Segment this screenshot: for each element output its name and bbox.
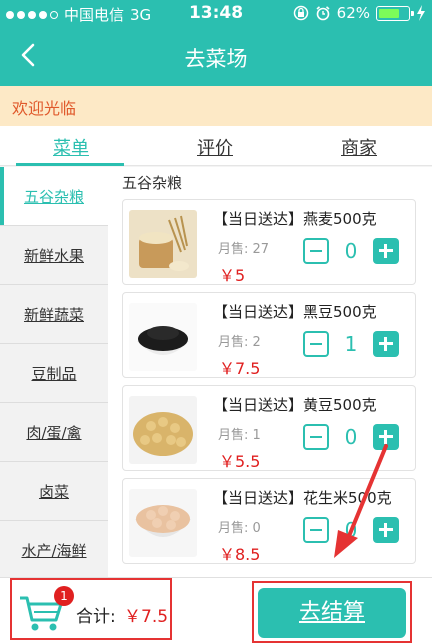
charging-bolt-icon <box>417 5 425 21</box>
section-title: 五谷杂粮 <box>122 174 183 192</box>
page-title: 去菜场 <box>184 47 248 71</box>
product-card: 【当日送达】花生米500克 月售: 0 ￥8.5 0 <box>122 478 416 564</box>
increase-button[interactable] <box>373 331 399 357</box>
product-card: 【当日送达】黄豆500克 月售: 1 ￥5.5 0 <box>122 385 416 471</box>
total-label: 合计: <box>76 607 116 627</box>
product-name: 【当日送达】黑豆500克 <box>213 303 377 321</box>
quantity-value: 1 <box>344 332 358 356</box>
rotation-lock-icon <box>293 5 308 21</box>
quantity-stepper: 0 <box>303 517 399 543</box>
product-name: 【当日送达】燕麦500克 <box>213 210 377 228</box>
quantity-value: 0 <box>344 239 358 263</box>
product-card: 【当日送达】黑豆500克 月售: 2 ￥7.5 1 <box>122 292 416 378</box>
cart-summary[interactable]: 1 合计: ￥7.5 <box>10 578 172 640</box>
category-item-fruit[interactable]: 新鲜水果 <box>0 226 108 285</box>
cart-count-badge: 1 <box>54 586 74 606</box>
quantity-stepper: 1 <box>303 331 399 357</box>
monthly-sales: 月售: 27 <box>218 242 270 257</box>
product-price: ￥5.5 <box>219 452 261 471</box>
quantity-stepper: 0 <box>303 424 399 450</box>
black-beans-image <box>129 303 197 371</box>
checkout-highlight: 去结算 <box>252 581 412 643</box>
tab-reviews[interactable]: 评价 <box>197 134 233 160</box>
quantity-stepper: 0 <box>303 238 399 264</box>
increase-button[interactable] <box>373 238 399 264</box>
increase-button[interactable] <box>373 424 399 450</box>
peanuts-image <box>129 489 197 557</box>
checkout-button[interactable]: 去结算 <box>258 588 406 638</box>
product-price: ￥5 <box>219 266 246 285</box>
product-card: 【当日送达】燕麦500克 月售: 27 ￥5 0 <box>122 199 416 285</box>
category-sidebar: 五谷杂粮 新鲜水果 新鲜蔬菜 豆制品 肉/蛋/禽 卤菜 水产/海鲜 <box>0 167 108 580</box>
tab-bar: 菜单 评价 商家 <box>0 126 432 166</box>
status-bar: 中国电信 3G 13:48 62% <box>0 0 432 26</box>
battery-percent: 62% <box>336 4 370 22</box>
alarm-icon <box>316 6 330 21</box>
product-price: ￥7.5 <box>219 359 261 378</box>
oats-image <box>129 210 197 278</box>
decrease-button[interactable] <box>303 517 329 543</box>
monthly-sales: 月售: 2 <box>218 335 261 350</box>
category-item-vegetables[interactable]: 新鲜蔬菜 <box>0 285 108 344</box>
soybeans-image <box>129 396 197 464</box>
product-list: 五谷杂粮 【当日送达】燕麦500克 月售: 27 ￥5 0 【当日送达】黑豆50… <box>108 167 432 577</box>
tab-merchant[interactable]: 商家 <box>341 134 377 160</box>
category-item-meat-egg-poultry[interactable]: 肉/蛋/禽 <box>0 403 108 462</box>
product-name: 【当日送达】黄豆500克 <box>213 396 377 414</box>
total-value: ￥7.5 <box>124 607 169 627</box>
category-item-tofu[interactable]: 豆制品 <box>0 344 108 403</box>
nav-bar: 去菜场 <box>0 26 432 86</box>
monthly-sales: 月售: 0 <box>218 521 261 536</box>
decrease-button[interactable] <box>303 424 329 450</box>
increase-button[interactable] <box>373 517 399 543</box>
category-item-seafood[interactable]: 水产/海鲜 <box>0 521 108 580</box>
welcome-banner: 欢迎光临 <box>0 86 432 126</box>
quantity-value: 0 <box>344 425 358 449</box>
battery-icon <box>376 5 414 21</box>
category-item-grains[interactable]: 五谷杂粮 <box>0 167 108 226</box>
tab-menu[interactable]: 菜单 <box>53 134 89 160</box>
quantity-value: 0 <box>344 518 358 542</box>
category-item-braised[interactable]: 卤菜 <box>0 462 108 521</box>
decrease-button[interactable] <box>303 238 329 264</box>
active-tab-indicator <box>16 163 124 166</box>
monthly-sales: 月售: 1 <box>218 428 261 443</box>
bottom-bar: 1 合计: ￥7.5 去结算 <box>0 577 432 644</box>
product-name: 【当日送达】花生米500克 <box>213 489 392 507</box>
decrease-button[interactable] <box>303 331 329 357</box>
product-price: ￥8.5 <box>219 545 261 564</box>
